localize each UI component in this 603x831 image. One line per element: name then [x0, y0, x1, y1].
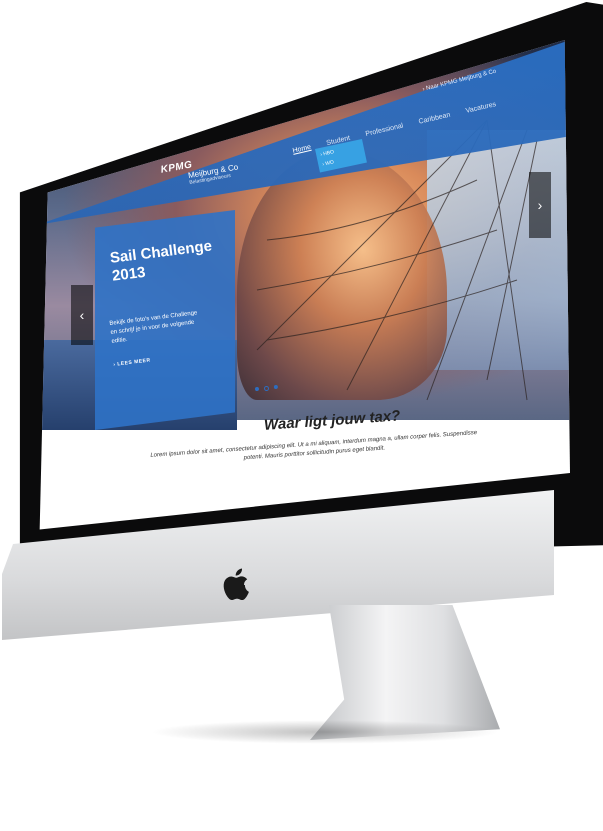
slider-dot-2[interactable]: [263, 385, 270, 392]
chevron-left-icon: ‹: [79, 307, 85, 323]
stand-shadow: [150, 720, 500, 744]
slider-dot-1[interactable]: [254, 386, 260, 392]
read-more-link[interactable]: › LEES MEER: [113, 357, 151, 368]
apple-logo-icon: [223, 568, 249, 601]
read-more-label: LEES MEER: [117, 357, 151, 368]
promo-title: Sail Challenge 2013: [109, 237, 213, 285]
promo-text: Bekijk de foto's van de Challenge en sch…: [109, 310, 198, 345]
dropdown-item-hbo-label: HBO: [322, 149, 335, 158]
promo-panel: Sail Challenge 2013 Bekijk de foto's van…: [95, 210, 235, 430]
slider-next-button[interactable]: ›: [529, 172, 551, 238]
slider-prev-button[interactable]: ‹: [71, 285, 93, 345]
slider-dot-3[interactable]: [273, 384, 279, 390]
chevron-right-icon: ›: [537, 197, 543, 213]
monitor: KPMG Meijburg & Co Belastingadviseurs › …: [0, 0, 603, 831]
dropdown-item-wo-label: WO: [324, 159, 335, 168]
imac-mockup: KPMG Meijburg & Co Belastingadviseurs › …: [0, 0, 603, 831]
